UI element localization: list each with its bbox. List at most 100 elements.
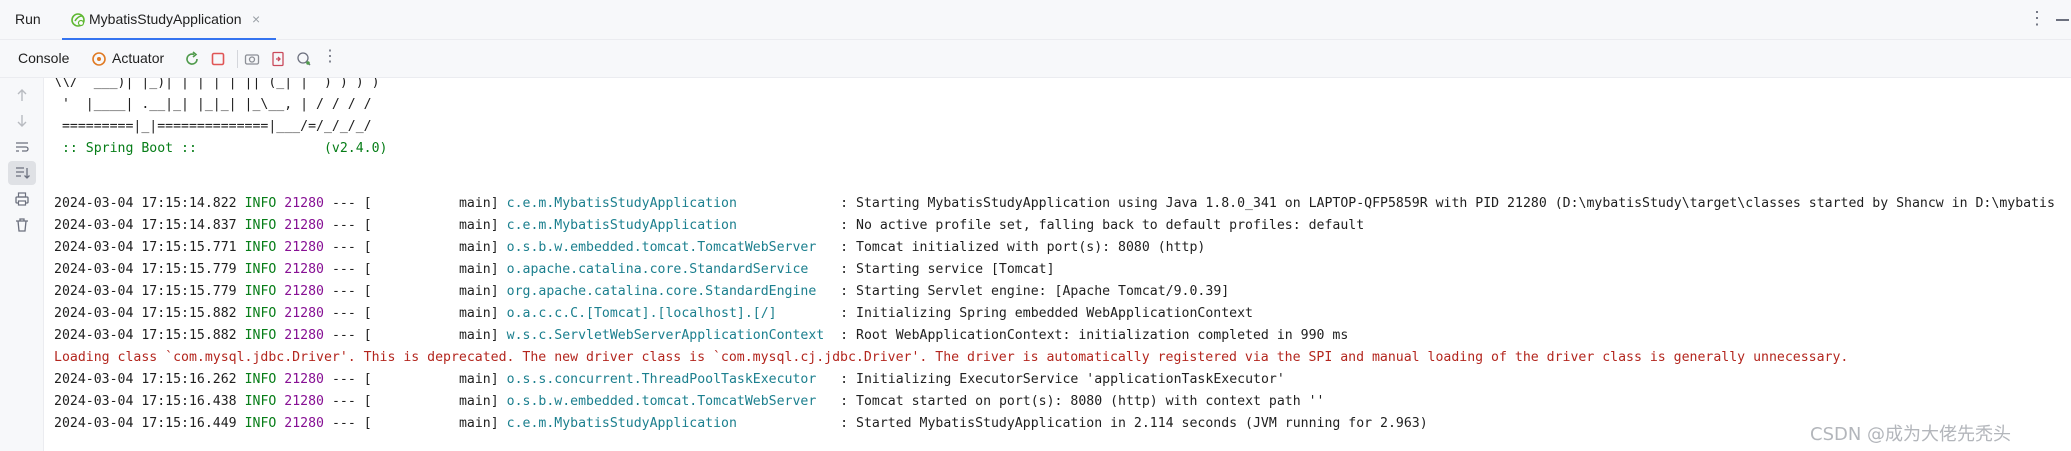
arrow-down-icon[interactable] (13, 112, 31, 130)
log-thread: main] (371, 218, 499, 233)
arrow-up-icon[interactable] (13, 86, 31, 104)
log-message: : No active profile set, falling back to… (840, 218, 1365, 233)
log-thread: main] (371, 196, 499, 211)
log-message: : Root WebApplicationContext: initializa… (840, 328, 1349, 343)
tab-mybatis-study-application[interactable]: MybatisStudyApplication × (62, 0, 276, 40)
log-level: INFO (244, 328, 277, 343)
trash-icon[interactable] (13, 216, 31, 234)
log-line: 2024-03-04 17:15:15.779 INFO 21280 --- [… (54, 259, 1055, 281)
export-icon[interactable] (269, 50, 287, 68)
log-thread: main] (371, 262, 499, 277)
log-level: INFO (244, 416, 277, 431)
log-thread: main] (371, 240, 499, 255)
watermark: CSDN @成为大佬先秃头 (1810, 424, 2012, 445)
log-separator: --- [ (331, 394, 372, 409)
log-thread: main] (371, 284, 499, 299)
toolbar-separator (237, 50, 238, 68)
soft-wrap-icon[interactable] (13, 138, 31, 156)
log-logger: c.e.m.MybatisStudyApplication (506, 218, 737, 233)
log-level: INFO (244, 240, 277, 255)
log-timestamp: 2024-03-04 17:15:15.882 (54, 328, 237, 343)
banner-line: ' |____| .__|_| |_|_| |_\__, | / / / / (54, 97, 372, 112)
log-message: : Initializing Spring embedded WebApplic… (840, 306, 1253, 321)
log-padding (816, 284, 824, 299)
log-separator: --- [ (331, 196, 372, 211)
log-level: INFO (244, 262, 277, 277)
log-separator: --- [ (331, 218, 372, 233)
actuator-icon (92, 52, 106, 66)
log-line: 2024-03-04 17:15:16.262 INFO 21280 --- [… (54, 369, 1285, 391)
log-timestamp: 2024-03-04 17:15:14.822 (54, 196, 237, 211)
warning-line: Loading class `com.mysql.jdbc.Driver'. T… (54, 350, 1849, 365)
log-timestamp: 2024-03-04 17:15:15.779 (54, 284, 237, 299)
more-options-icon[interactable]: ⋮ (2028, 8, 2046, 29)
close-icon[interactable]: × (252, 11, 260, 27)
log-logger: c.e.m.MybatisStudyApplication (506, 416, 737, 431)
log-logger: o.a.c.c.C.[Tomcat].[localhost].[/] (506, 306, 777, 321)
log-separator: --- [ (331, 284, 372, 299)
log-timestamp: 2024-03-04 17:15:16.449 (54, 416, 237, 431)
log-line: 2024-03-04 17:15:14.837 INFO 21280 --- [… (54, 215, 1364, 237)
tab-actuator[interactable]: Actuator (112, 50, 164, 66)
log-logger: o.s.b.w.embedded.tomcat.TomcatWebServer (506, 240, 817, 255)
log-padding (737, 218, 824, 233)
log-padding (816, 372, 824, 387)
log-timestamp: 2024-03-04 17:15:15.882 (54, 306, 237, 321)
minimize-icon[interactable] (2056, 19, 2069, 21)
log-separator: --- [ (331, 372, 372, 387)
tab-console[interactable]: Console (18, 50, 69, 66)
banner-line: =========|_|==============|___/=/_/_/_/ (54, 119, 372, 134)
settings-search-icon[interactable] (295, 50, 313, 68)
log-message: : Tomcat started on port(s): 8080 (http)… (840, 394, 1325, 409)
log-thread: main] (371, 328, 499, 343)
log-padding (816, 240, 824, 255)
log-message: : Started MybatisStudyApplication in 2.1… (840, 416, 1428, 431)
banner-line: \\/ ___)| |_)| | | | | || (_| | ) ) ) ) (54, 78, 380, 90)
console-output[interactable]: \\/ ___)| |_)| | | | | || (_| | ) ) ) ) … (44, 78, 2071, 451)
spring-boot-version-line: :: Spring Boot :: (v2.4.0) (54, 141, 388, 156)
log-level: INFO (244, 196, 277, 211)
log-line: 2024-03-04 17:15:15.771 INFO 21280 --- [… (54, 237, 1205, 259)
log-pid: 21280 (284, 394, 324, 409)
log-pid: 21280 (284, 306, 324, 321)
camera-icon[interactable] (243, 50, 261, 68)
run-tool-window-header: Run MybatisStudyApplication × ⋮ (0, 0, 2071, 40)
spring-boot-icon (71, 13, 85, 27)
log-line: 2024-03-04 17:15:16.449 INFO 21280 --- [… (54, 413, 1428, 435)
log-logger: o.s.s.concurrent.ThreadPoolTaskExecutor (506, 372, 817, 387)
console-gutter (0, 78, 44, 451)
log-level: INFO (244, 394, 277, 409)
log-pid: 21280 (284, 372, 324, 387)
log-logger: w.s.c.ServletWebServerApplicationContext (506, 328, 825, 343)
rerun-icon[interactable] (183, 50, 201, 68)
log-message: : Starting MybatisStudyApplication using… (840, 196, 2055, 211)
log-pid: 21280 (284, 262, 324, 277)
log-message: : Starting service [Tomcat] (840, 262, 1055, 277)
log-logger: c.e.m.MybatisStudyApplication (506, 196, 737, 211)
log-line: 2024-03-04 17:15:16.438 INFO 21280 --- [… (54, 391, 1324, 413)
log-level: INFO (244, 306, 277, 321)
log-pid: 21280 (284, 328, 324, 343)
log-pid: 21280 (284, 196, 324, 211)
log-timestamp: 2024-03-04 17:15:15.779 (54, 262, 237, 277)
log-thread: main] (371, 416, 499, 431)
log-pid: 21280 (284, 218, 324, 233)
log-padding (777, 306, 825, 321)
log-timestamp: 2024-03-04 17:15:16.262 (54, 372, 237, 387)
log-level: INFO (244, 218, 277, 233)
log-padding (737, 416, 824, 431)
log-line: 2024-03-04 17:15:15.882 INFO 21280 --- [… (54, 325, 1348, 347)
stop-icon[interactable] (209, 50, 227, 68)
log-timestamp: 2024-03-04 17:15:15.771 (54, 240, 237, 255)
log-logger: o.apache.catalina.core.StandardService (506, 262, 809, 277)
run-tool-window-title: Run (15, 11, 41, 27)
log-level: INFO (244, 284, 277, 299)
log-separator: --- [ (331, 262, 372, 277)
log-timestamp: 2024-03-04 17:15:14.837 (54, 218, 237, 233)
log-thread: main] (371, 306, 499, 321)
log-pid: 21280 (284, 284, 324, 299)
scroll-to-end-icon[interactable] (13, 164, 31, 182)
print-icon[interactable] (13, 190, 31, 208)
more-options-icon[interactable]: ⋮ (322, 46, 338, 66)
log-separator: --- [ (331, 328, 372, 343)
